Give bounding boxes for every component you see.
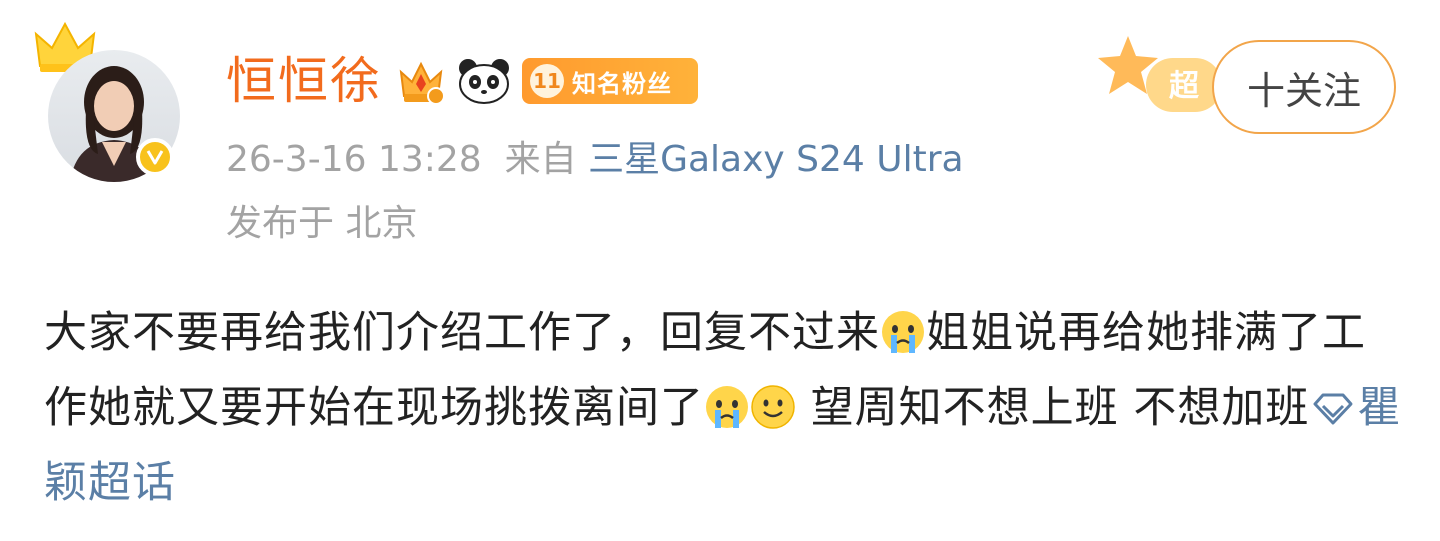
post-location: 发布于 北京 (226, 203, 418, 244)
post-content: 大家不要再给我们介绍工作了，回复不过来 姐姐说再给她排满了工作她就又要开始在现场挑… (44, 296, 1404, 521)
fan-level-number: 11 (530, 64, 564, 98)
avatar-container[interactable] (34, 22, 180, 182)
super-topic-star-icon[interactable]: 超 (1098, 32, 1228, 124)
fan-badge[interactable]: 11 知名粉丝 (522, 58, 698, 104)
panda-icon (459, 59, 509, 104)
gold-crown-badge-icon (399, 61, 445, 105)
fan-badge-label: 知名粉丝 (572, 69, 672, 98)
fan-level: 11 (522, 58, 572, 104)
post-text-3: 望周知不想上班 不想加班 (796, 383, 1310, 433)
weibo-post-card: 恒恒徐 11 知名粉丝 26-3-16 13:28 来自 三星Galaxy S2… (0, 0, 1440, 541)
smile-emoji-icon (751, 385, 795, 429)
super-topic-diamond-icon (1313, 393, 1353, 425)
post-time: 26-3-16 13:28 (226, 139, 482, 180)
post-meta: 26-3-16 13:28 来自 三星Galaxy S24 Ultra (226, 138, 964, 182)
super-tag-label: 超 (1169, 70, 1200, 103)
crying-emoji-icon (882, 311, 924, 353)
from-label: 来自 (504, 139, 577, 180)
post-text-1: 大家不要再给我们介绍工作了，回复不过来 (44, 308, 880, 358)
crying-emoji-icon (706, 386, 748, 428)
verified-icon (136, 138, 174, 176)
device-source[interactable]: 三星Galaxy S24 Ultra (588, 139, 964, 180)
user-name[interactable]: 恒恒徐 (226, 50, 382, 112)
follow-button[interactable]: 十关注 (1212, 40, 1396, 134)
